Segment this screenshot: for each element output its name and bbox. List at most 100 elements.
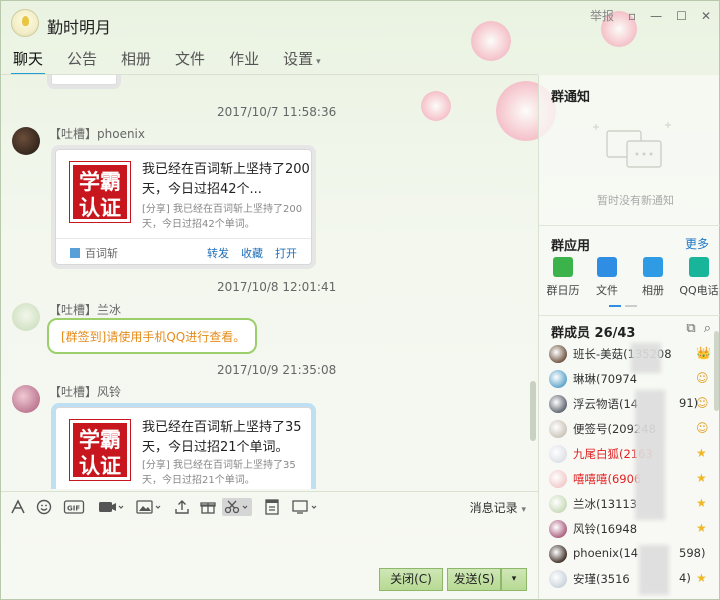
card-headline: 我已经在百词斩上坚持了200天，今日过招42个...	[142, 162, 310, 197]
history-label: 消息记录	[469, 501, 518, 515]
report-link[interactable]: 举报	[590, 7, 614, 24]
avatar[interactable]	[549, 395, 567, 413]
card-footer: 百词斩 转发 收藏 打开	[56, 238, 311, 264]
forward-link[interactable]: 转发	[207, 245, 229, 261]
search-icon[interactable]: ⌕	[704, 321, 711, 336]
pager-dot[interactable]	[625, 305, 637, 307]
avatar[interactable]	[549, 345, 567, 363]
avatar[interactable]	[549, 520, 567, 538]
title-bar: 勤时明月 举报 ▫ — ☐ ✕	[1, 1, 719, 45]
avatar[interactable]	[12, 303, 40, 331]
message-history-button[interactable]: 消息记录 ▾	[470, 499, 526, 516]
member-row[interactable]: 班长-美菇(135208 👑	[549, 343, 711, 365]
avatar[interactable]	[549, 420, 567, 438]
owner-crown-icon: 👑	[696, 346, 711, 360]
avatar[interactable]	[12, 127, 40, 155]
avatar[interactable]	[549, 545, 567, 563]
level-star-icon: ★	[696, 521, 707, 535]
sender-name[interactable]: 【吐槽】phoenix	[49, 125, 145, 142]
favorite-link[interactable]: 收藏	[241, 245, 263, 261]
share-card[interactable]: 学霸认证 我已经在百词斩上坚持了35天，今日过招21个单词。 [分享] 我已经在…	[55, 407, 312, 489]
tab-album[interactable]: 相册	[109, 47, 163, 73]
member-row[interactable]: 九尾白狐(2163 ★	[549, 443, 709, 465]
emoji-icon[interactable]	[35, 498, 53, 516]
member-name: phoenix(14	[573, 546, 639, 560]
member-row[interactable]: 浮云物语(14 91) ☺	[549, 393, 709, 415]
close-icon[interactable]: ✕	[701, 9, 711, 23]
chat-scrollbar[interactable]	[530, 81, 536, 486]
card-headline: 我已经在百词斩上坚持了35天，今日过招21个单词。	[142, 420, 302, 455]
svg-text:GIF: GIF	[67, 505, 80, 513]
send-options-button[interactable]: ▾	[501, 568, 527, 591]
send-button[interactable]: 发送(S)	[447, 568, 501, 591]
app-files[interactable]: 文件	[587, 257, 627, 298]
tab-files[interactable]: 文件	[163, 47, 217, 73]
tab-announcement[interactable]: 公告	[55, 47, 109, 73]
screen-icon[interactable]	[291, 498, 319, 516]
apps-pager[interactable]	[609, 305, 649, 307]
member-row[interactable]: 安瑾(3516 4) ★	[549, 568, 709, 590]
group-signin-bubble[interactable]: [群签到]请使用手机QQ进行查看。	[47, 318, 257, 354]
tab-homework[interactable]: 作业	[217, 47, 271, 73]
member-id-suffix: 4)	[679, 571, 691, 585]
phone-icon	[689, 257, 709, 277]
level-star-icon: ★	[696, 446, 707, 460]
apps-more-link[interactable]: 更多	[685, 235, 709, 252]
member-row[interactable]: 兰冰(13113 ★	[549, 493, 709, 515]
group-avatar[interactable]	[11, 9, 39, 37]
chat-history[interactable]: 2017/10/7 11:58:36 【吐槽】phoenix 学霸认证 我已经在…	[1, 75, 538, 489]
member-name: 嘻嘻嘻(6906	[573, 472, 642, 486]
member-scrollbar[interactable]	[714, 331, 719, 411]
sender-name[interactable]: 【吐槽】兰冰	[49, 301, 121, 318]
scissors-icon[interactable]	[222, 498, 252, 516]
avatar[interactable]	[549, 470, 567, 488]
font-icon[interactable]	[9, 498, 27, 516]
minimize-icon[interactable]: —	[650, 9, 662, 23]
message-input[interactable]	[1, 521, 538, 565]
calendar-icon	[553, 257, 573, 277]
avatar[interactable]	[549, 445, 567, 463]
pager-dot-active[interactable]	[609, 305, 621, 307]
member-row[interactable]: 便签号(209248 ☺	[549, 418, 709, 440]
member-row[interactable]: 嘻嘻嘻(6906 ★	[549, 468, 709, 490]
card-summary: [分享] 我已经在百词斩上坚持了200天，今日过招42个单词。	[142, 204, 303, 230]
tab-label: 作业	[229, 50, 260, 68]
app-label: 相册	[642, 284, 664, 297]
gif-icon[interactable]: GIF	[63, 498, 85, 516]
tab-settings[interactable]: 设置 ▾	[271, 47, 333, 73]
previous-message-card[interactable]	[51, 75, 117, 85]
open-link[interactable]: 打开	[275, 245, 297, 261]
scrollbar-thumb[interactable]	[530, 381, 536, 441]
skin-icon[interactable]: ▫	[628, 9, 636, 23]
avatar[interactable]	[12, 385, 40, 413]
app-label: QQ电话	[679, 284, 719, 297]
doc-icon[interactable]	[263, 498, 281, 516]
member-manage-icon[interactable]: ⧉	[686, 321, 695, 336]
message-timestamp: 2017/10/9 21:35:08	[217, 363, 337, 377]
gift-icon[interactable]	[199, 498, 217, 516]
admin-icon: ☺	[696, 371, 709, 385]
avatar[interactable]	[549, 570, 567, 588]
notice-title: 群通知	[551, 90, 591, 105]
voice-icon[interactable]	[97, 498, 125, 516]
member-row[interactable]: 风铃(16948 ★	[549, 518, 709, 540]
app-calendar[interactable]: 群日历	[543, 257, 583, 298]
signin-text: [群签到]请使用手机QQ进行查看。	[61, 330, 246, 344]
sender-name[interactable]: 【吐槽】风铃	[49, 383, 121, 400]
notice-empty-text: 暂时没有新通知	[597, 194, 674, 207]
close-button[interactable]: 关闭(C)	[379, 568, 443, 591]
image-icon[interactable]	[135, 498, 163, 516]
app-label: 群日历	[546, 284, 580, 297]
divider	[539, 225, 720, 226]
upload-icon[interactable]	[173, 498, 191, 516]
member-row[interactable]: 琳琳(70974 ☺	[549, 368, 709, 390]
app-qq-call[interactable]: QQ电话	[679, 257, 719, 298]
app-album[interactable]: 相册	[633, 257, 673, 298]
divider	[539, 315, 720, 316]
avatar[interactable]	[549, 370, 567, 388]
maximize-icon[interactable]: ☐	[676, 9, 687, 23]
avatar[interactable]	[549, 495, 567, 513]
tab-chat[interactable]: 聊天	[1, 47, 55, 75]
share-card[interactable]: 学霸认证 我已经在百词斩上坚持了200天，今日过招42个... [分享] 我已经…	[55, 149, 312, 265]
member-row[interactable]: phoenix(14 598)	[549, 543, 709, 565]
